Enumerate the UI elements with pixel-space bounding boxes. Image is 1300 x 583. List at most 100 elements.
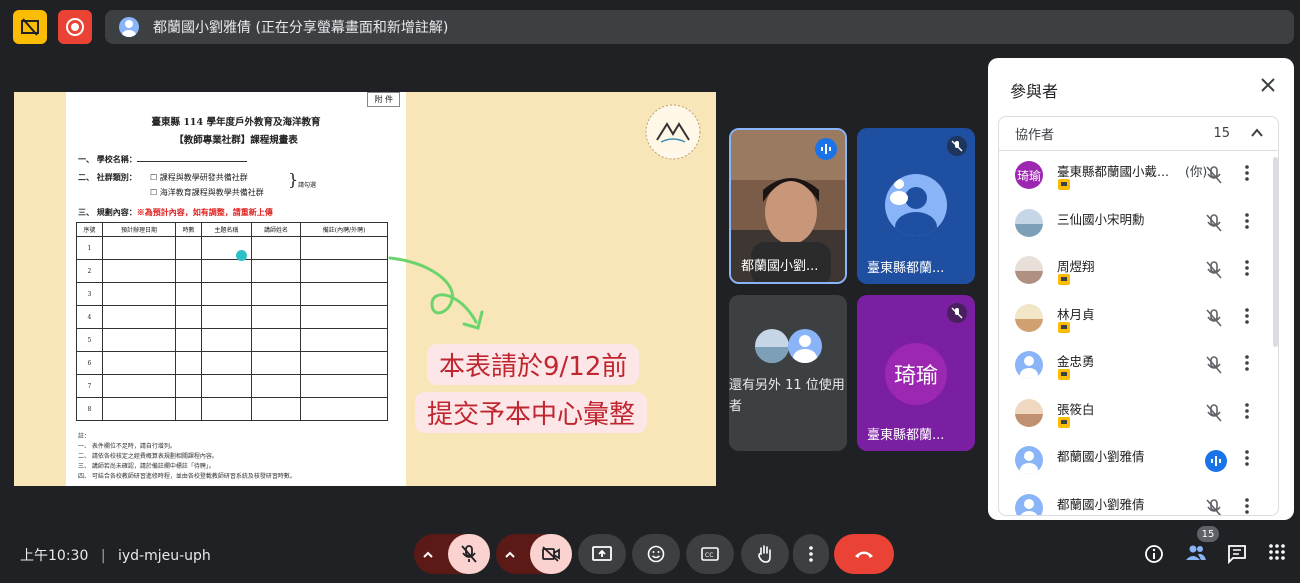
mic-off-icon[interactable] <box>1205 403 1223 427</box>
mic-off-icon <box>947 136 967 156</box>
more-vertical-icon <box>809 546 813 562</box>
participant-row[interactable]: 周煜翔 <box>999 248 1278 295</box>
participant-more-button[interactable] <box>1245 402 1249 423</box>
more-vertical-icon <box>1245 165 1249 181</box>
camera-toggle-button[interactable] <box>530 534 572 574</box>
audio-off-icon[interactable] <box>1205 498 1223 515</box>
tile-speaker[interactable]: 都蘭國小劉... <box>729 128 847 284</box>
speaking-indicator-icon[interactable] <box>1205 450 1227 476</box>
clock-time: 上午10:30 <box>20 548 89 564</box>
recording-button[interactable] <box>58 10 92 44</box>
participant-more-button[interactable] <box>1245 260 1249 280</box>
others-label: 還有另外 11 位使用者 <box>729 378 845 414</box>
presenter-avatar <box>119 17 139 37</box>
participant-row[interactable]: 林月貞 <box>999 296 1278 343</box>
participant-name: 金忠勇 <box>1057 354 1095 369</box>
reactions-button[interactable] <box>632 534 680 574</box>
co-host-badge-icon <box>1058 179 1070 190</box>
table-cell <box>201 351 252 375</box>
raise-hand-button[interactable] <box>741 534 789 574</box>
table-cell <box>201 397 252 421</box>
presenter-banner[interactable]: 都蘭國小劉雅倩 (正在分享螢幕畫面和新增註解) <box>105 10 1294 44</box>
meeting-details-button[interactable] <box>1144 544 1164 568</box>
table-cell <box>300 351 388 375</box>
participant-more-button[interactable] <box>1245 497 1249 516</box>
participant-row[interactable]: 琦瑜 臺東縣都蘭國小戴... (你) <box>999 153 1278 200</box>
captions-icon: CC <box>701 547 719 561</box>
participant-more-button[interactable] <box>1245 307 1249 328</box>
participant-row[interactable]: 三仙國小宋明勳 <box>999 201 1278 248</box>
co-host-badge-icon <box>1058 416 1070 428</box>
more-options-button[interactable] <box>793 534 829 574</box>
other-avatar-1 <box>755 329 789 363</box>
info-icon <box>1145 545 1163 563</box>
meeting-info: 上午10:30 | iyd-mjeu-uph <box>20 548 211 564</box>
table-cell <box>250 236 302 260</box>
participant-more-button[interactable] <box>1245 450 1249 470</box>
hide-tiles-button[interactable] <box>13 10 47 44</box>
present-screen-icon <box>592 546 612 561</box>
participant-row[interactable]: 金忠勇 <box>999 343 1278 390</box>
table-cell <box>175 305 203 329</box>
table-cell <box>201 282 252 306</box>
tile-participant-2[interactable]: 臺東縣都蘭... <box>857 128 975 284</box>
participant-row[interactable]: 張筱白 <box>999 391 1278 438</box>
participant-avatar <box>1015 256 1043 284</box>
table-row: 8 <box>76 397 388 421</box>
close-panel-button[interactable] <box>1260 77 1276 97</box>
shared-screen[interactable]: 附 件 臺東縣 114 學年度戶外教育及海洋教育 【教師專業社群】課程規畫表 一… <box>14 92 716 486</box>
participant-more-button[interactable] <box>1245 165 1249 185</box>
captions-button[interactable]: CC <box>686 534 734 574</box>
activities-button[interactable] <box>1269 544 1285 564</box>
participant-list-scrollbar[interactable] <box>1273 157 1278 347</box>
you-label: (你) <box>1185 164 1208 179</box>
participant-more-button[interactable] <box>1245 212 1249 233</box>
table-cell <box>300 282 388 306</box>
field-school: 一、 學校名稱： <box>78 154 247 165</box>
chevron-up-icon[interactable] <box>1250 126 1264 140</box>
svg-text:CC: CC <box>705 552 713 559</box>
row-number: 7 <box>76 374 103 398</box>
table-header-cell: 主題名稱 <box>201 222 252 237</box>
people-button[interactable]: 15 <box>1185 526 1219 566</box>
table-cell <box>201 374 252 398</box>
collaborators-section: 協作者 15 琦瑜 臺東縣都蘭國小戴... (你) 三仙國小宋明勳 周煜翔 林月貞金忠勇張… <box>998 116 1279 516</box>
camera-options-button[interactable] <box>504 546 516 565</box>
participant-name: 都蘭國小劉雅倩 <box>1057 496 1145 512</box>
chat-button[interactable] <box>1227 544 1247 568</box>
participant-name: 張筱白 <box>1057 401 1095 417</box>
mic-off-icon[interactable] <box>1205 213 1223 237</box>
participant-row[interactable]: 都蘭國小劉雅倩 <box>999 438 1278 485</box>
participant-row[interactable]: 都蘭國小劉雅倩 <box>999 486 1278 516</box>
mic-off-icon[interactable] <box>1205 308 1223 332</box>
mic-options-button[interactable] <box>422 546 434 565</box>
people-count-badge: 15 <box>1197 526 1219 542</box>
present-button[interactable] <box>578 534 626 574</box>
mic-off-icon[interactable] <box>1205 355 1223 379</box>
chat-icon <box>1228 545 1246 565</box>
mic-off-icon[interactable] <box>1205 260 1223 284</box>
section-header[interactable]: 協作者 15 <box>999 117 1278 151</box>
mic-off-icon[interactable] <box>1205 165 1223 189</box>
table-cell <box>101 236 177 260</box>
co-host-badge-icon <box>1058 369 1070 380</box>
table-header-cell: 預計辦理日期 <box>101 222 177 237</box>
tile-name: 都蘭國小劉... <box>741 259 819 274</box>
participant-more-button[interactable] <box>1245 355 1249 375</box>
more-vertical-icon <box>1245 212 1249 229</box>
mic-toggle-button[interactable] <box>448 534 490 574</box>
tile-participant-4[interactable]: 琦瑜 臺東縣都蘭... <box>857 295 975 451</box>
row-number: 1 <box>76 236 103 260</box>
attachment-tag: 附 件 <box>367 92 400 107</box>
note-line: 四、 可結合各校教師研習進修時程，並由各校登載教師研習系統及核發研習時數。 <box>78 473 296 480</box>
leave-call-button[interactable] <box>834 534 894 574</box>
table-row: 3 <box>76 282 388 306</box>
table-cell <box>101 397 177 421</box>
more-vertical-icon <box>1245 450 1249 466</box>
table-cell <box>101 305 177 329</box>
tile-others[interactable]: 還有另外 11 位使用者 <box>729 295 847 451</box>
chevron-up-icon <box>423 551 433 558</box>
table-header-cell: 備註(內聘/外聘) <box>300 222 388 237</box>
table-cell <box>101 374 177 398</box>
note-line: 二、 請依各校核定之經費概算表規劃相關課程內容。 <box>78 453 218 460</box>
